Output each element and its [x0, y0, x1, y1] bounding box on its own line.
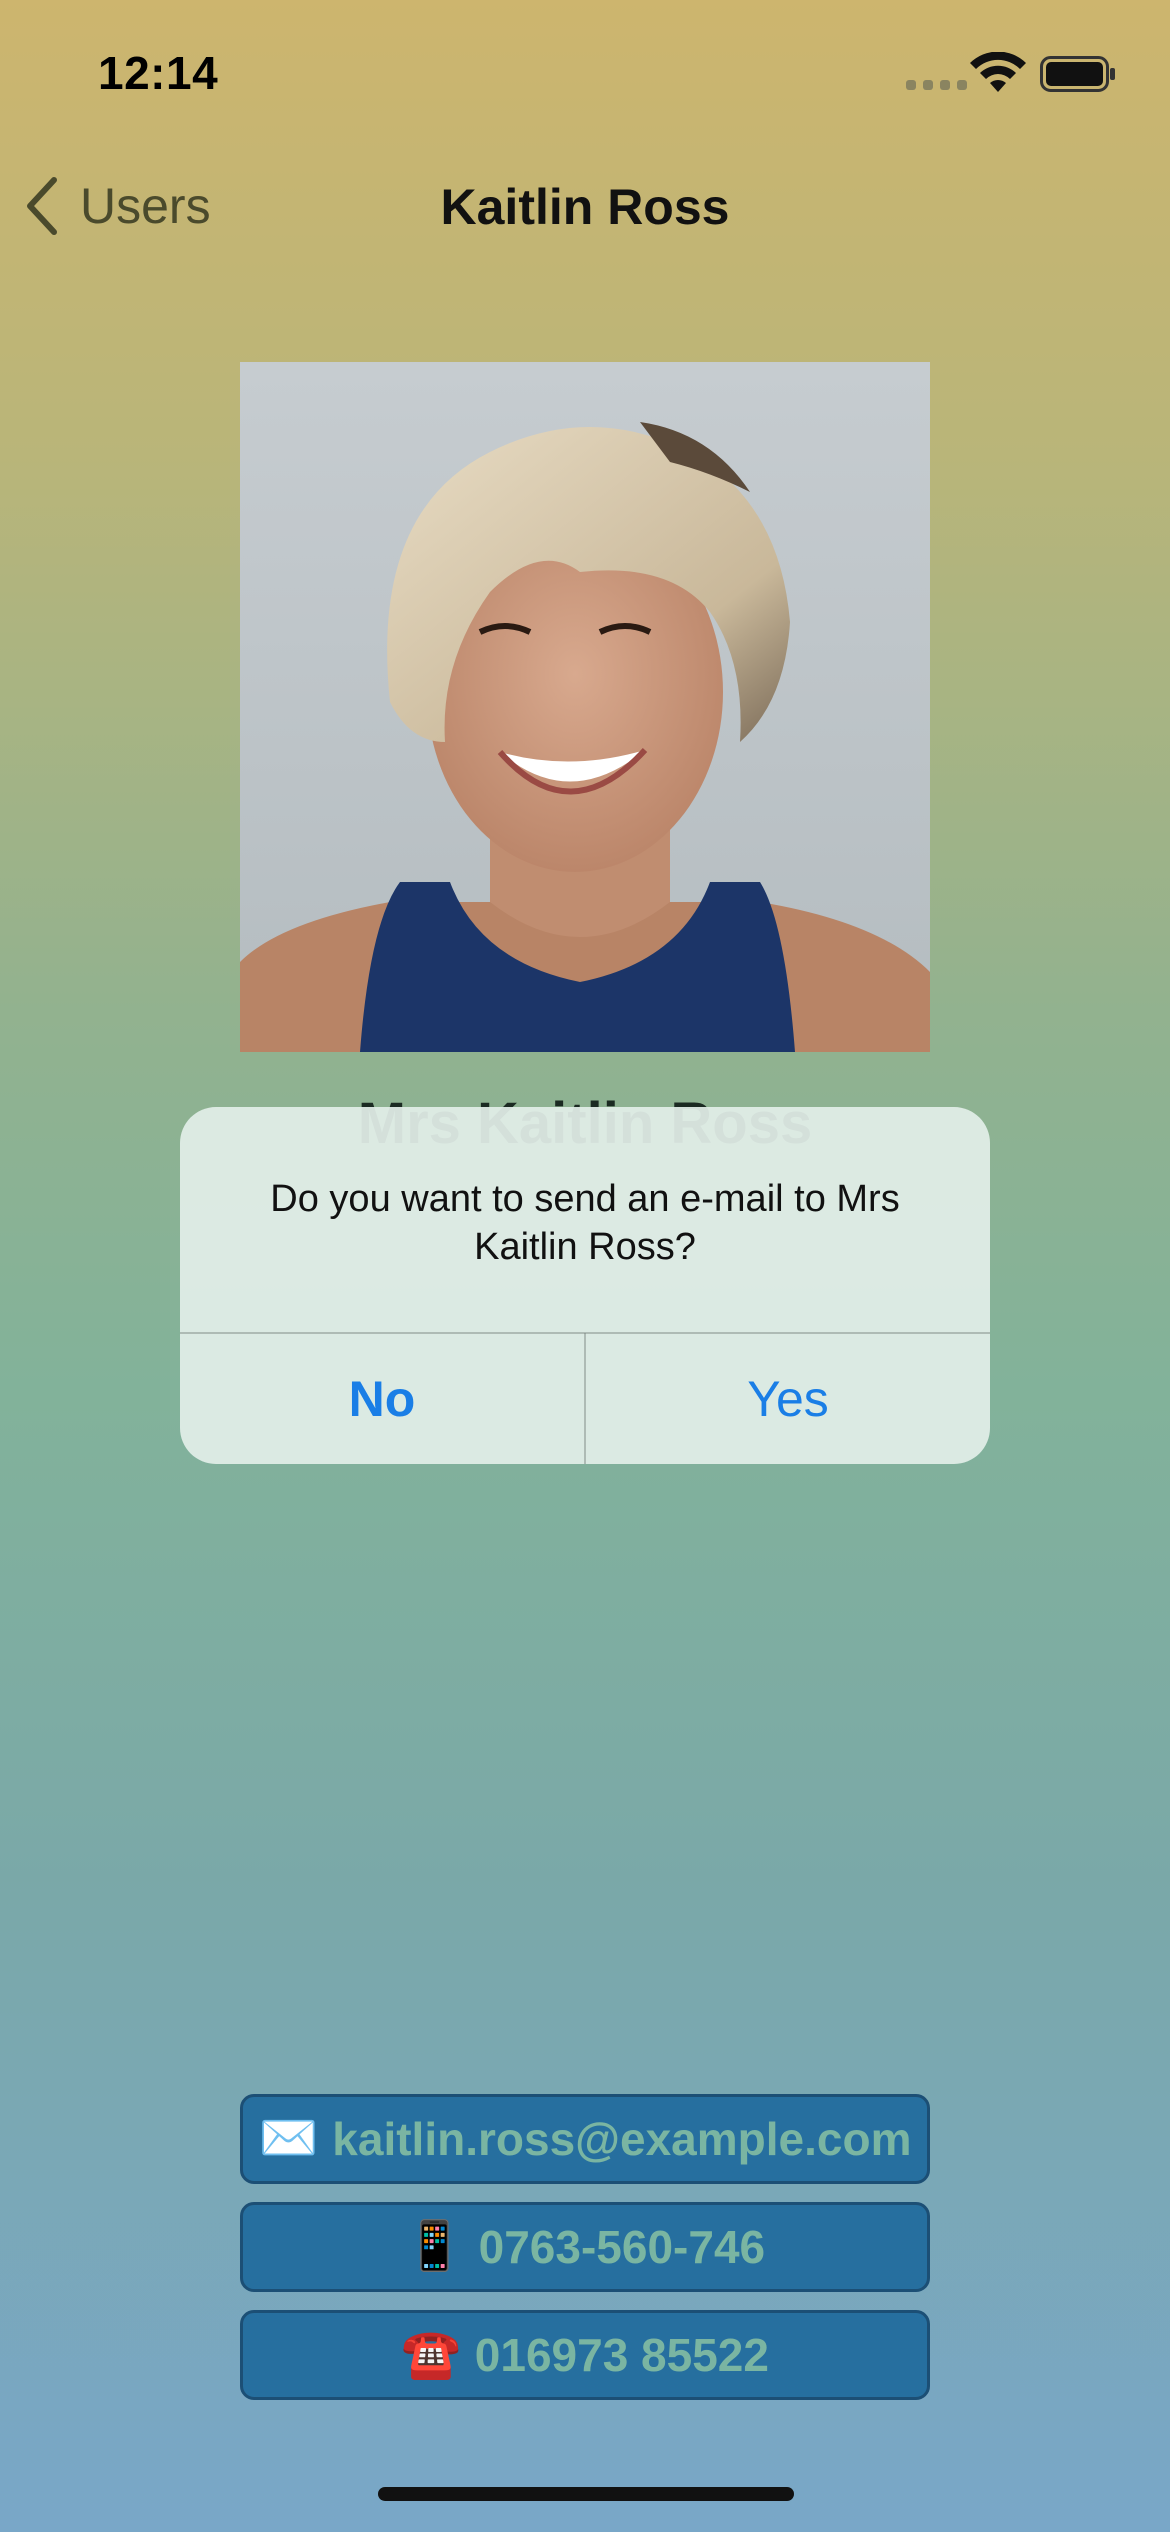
- telephone-icon: ☎️: [401, 2328, 461, 2381]
- home-indicator[interactable]: [378, 2487, 794, 2501]
- envelope-icon: ✉️: [258, 2112, 319, 2165]
- mobile-label: 0763-560-746: [478, 2221, 766, 2273]
- battery-icon: [1040, 56, 1115, 92]
- phone-label: 016973 85522: [474, 2329, 769, 2381]
- mobile-phone-button[interactable]: 📱 0763-560-746: [240, 2202, 930, 2292]
- landline-phone-button[interactable]: ☎️ 016973 85522: [240, 2310, 930, 2400]
- profile-photo: [240, 362, 930, 1052]
- page-title: Kaitlin Ross: [440, 179, 730, 235]
- no-button[interactable]: No: [180, 1334, 584, 1464]
- mobile-phone-icon: 📱: [404, 2220, 465, 2273]
- portrait-image: [240, 362, 930, 1052]
- cellular-signal-icon: [906, 80, 967, 90]
- navigation-bar: Users Kaitlin Ross: [0, 160, 1170, 260]
- status-time: 12:14: [98, 47, 219, 99]
- status-bar: 12:14: [0, 0, 1170, 150]
- wifi-icon: [970, 52, 1026, 92]
- alert-message: Do you want to send an e-mail to Mrs Kai…: [270, 1178, 900, 1268]
- email-label: kaitlin.ross@example.com: [332, 2113, 912, 2165]
- email-button[interactable]: ✉️ kaitlin.ross@example.com: [240, 2094, 930, 2184]
- yes-button[interactable]: Yes: [586, 1334, 990, 1464]
- confirm-email-alert: Do you want to send an e-mail to Mrs Kai…: [180, 1107, 990, 1464]
